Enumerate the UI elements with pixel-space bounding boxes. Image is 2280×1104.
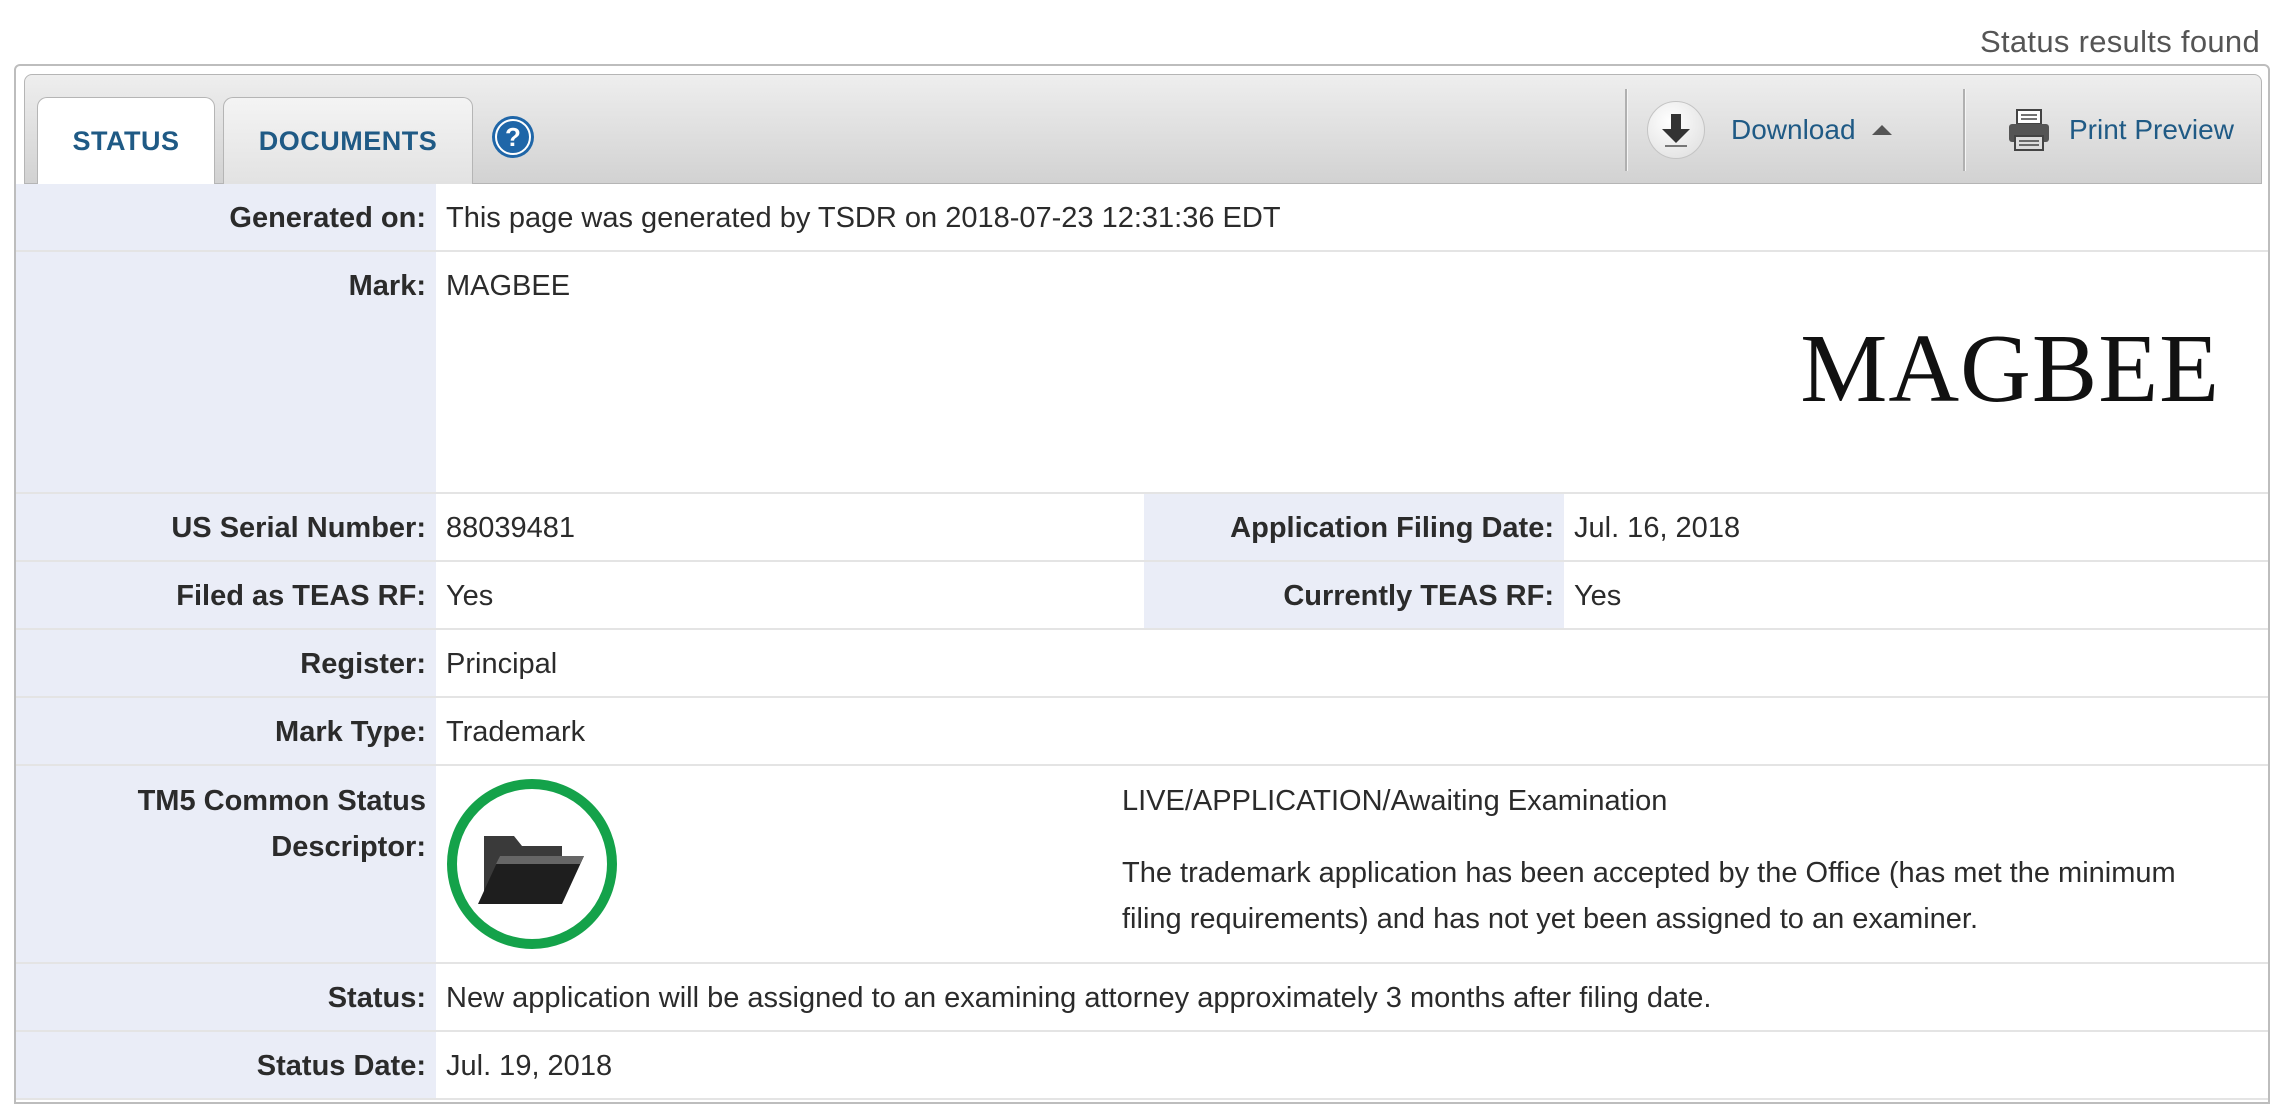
filing-date-value: Jul. 16, 2018 [1574, 512, 1741, 544]
serial-number-label: US Serial Number: [16, 494, 436, 560]
tm5-status-description: The trademark application has been accep… [1122, 857, 2176, 935]
filing-date-label: Application Filing Date: [1144, 494, 1564, 560]
print-preview-button[interactable]: Print Preview [2007, 95, 2234, 165]
status-panel: STATUS DOCUMENTS ? Download Print Previe… [14, 64, 2270, 1104]
mark-value: MAGBEE [446, 270, 571, 302]
status-date-value: Jul. 19, 2018 [446, 1050, 613, 1082]
mark-type-label: Mark Type: [16, 698, 436, 764]
currently-teas-rf-value: Yes [1574, 580, 1622, 612]
row-tm5-status: TM5 Common Status Descriptor: LIVE/APPLI… [16, 766, 2268, 964]
mark-image: MAGBEE [1800, 315, 2220, 423]
mark-label: Mark: [16, 252, 436, 492]
caret-up-icon [1871, 125, 1892, 135]
row-status: Status: New application will be assigned… [16, 964, 2268, 1032]
svg-text:?: ? [505, 122, 521, 152]
row-mark-type: Mark Type: Trademark [16, 698, 2268, 766]
row-serial-number: US Serial Number: 88039481 Application F… [16, 494, 2268, 562]
tm5-label-line2: Descriptor: [271, 831, 426, 863]
row-generated-on: Generated on: This page was generated by… [16, 184, 2268, 252]
currently-teas-rf-label: Currently TEAS RF: [1144, 562, 1564, 628]
folder-icon [447, 779, 617, 949]
row-teas-rf: Filed as TEAS RF: Yes Currently TEAS RF:… [16, 562, 2268, 630]
generated-on-value: This page was generated by TSDR on 2018-… [446, 202, 1281, 234]
row-mark: Mark: MAGBEE MAGBEE [16, 252, 2268, 494]
question-circle-icon[interactable]: ? [491, 115, 535, 159]
status-value: New application will be assigned to an e… [446, 982, 1712, 1014]
tm5-status-code: LIVE/APPLICATION/Awaiting Examination [1122, 785, 1668, 817]
status-label: Status: [16, 964, 436, 1030]
download-button[interactable]: Download [1647, 95, 1892, 165]
toolbar-divider [1963, 89, 1965, 171]
tm5-cell: LIVE/APPLICATION/Awaiting Examination Th… [436, 766, 2268, 962]
register-value: Principal [446, 648, 558, 680]
download-icon [1647, 101, 1705, 159]
filed-teas-rf-value: Yes [446, 580, 494, 612]
toolbar: STATUS DOCUMENTS ? Download Print Previe… [24, 74, 2262, 185]
filed-teas-rf-label: Filed as TEAS RF: [16, 562, 436, 628]
register-label: Register: [16, 630, 436, 696]
tab-documents[interactable]: DOCUMENTS [223, 97, 473, 184]
printer-icon [2009, 109, 2049, 151]
results-found-text: Status results found [1980, 24, 2260, 59]
mark-type-value: Trademark [446, 716, 586, 748]
tab-status[interactable]: STATUS [37, 97, 215, 185]
row-status-date: Status Date: Jul. 19, 2018 [16, 1032, 2268, 1100]
toolbar-divider [1625, 89, 1627, 171]
tm5-label-line1: TM5 Common Status [137, 785, 426, 817]
download-label: Download [1731, 114, 1856, 145]
tm5-text: LIVE/APPLICATION/Awaiting Examination Th… [1122, 778, 2222, 942]
print-preview-label: Print Preview [2069, 114, 2234, 145]
row-register: Register: Principal [16, 630, 2268, 698]
serial-number-value: 88039481 [446, 512, 576, 544]
tm5-label: TM5 Common Status Descriptor: [16, 766, 436, 962]
mark-cell: MAGBEE MAGBEE [436, 252, 2268, 492]
status-date-label: Status Date: [16, 1032, 436, 1098]
status-table: Generated on: This page was generated by… [16, 184, 2268, 1100]
generated-on-label: Generated on: [16, 184, 436, 250]
